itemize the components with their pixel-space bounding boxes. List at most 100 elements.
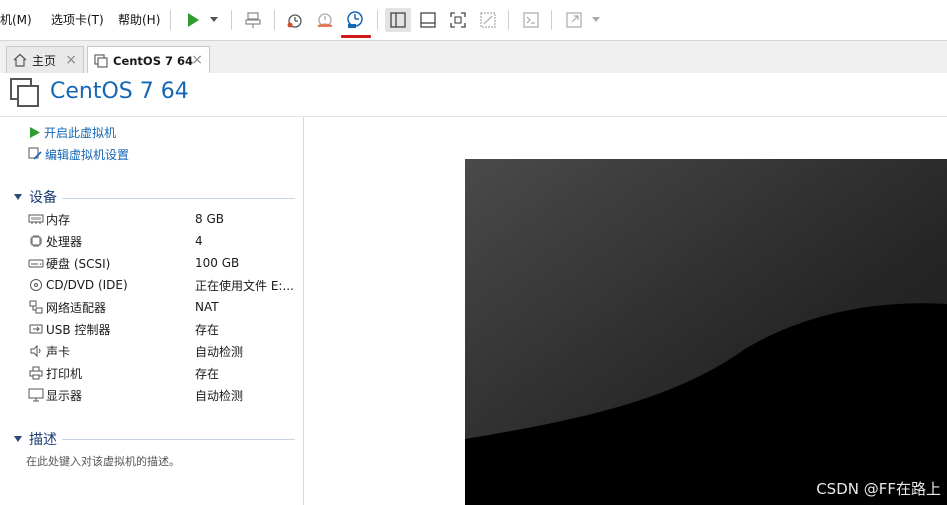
snapshot-manager-icon [347, 11, 363, 28]
collapse-icon [14, 436, 22, 442]
watermark: CSDN @FF在路上 [816, 480, 941, 498]
take-snapshot-button[interactable] [282, 8, 308, 32]
play-icon [188, 13, 199, 27]
device-value: 正在使用文件 E:... [195, 278, 294, 293]
toolbar-separator [274, 10, 275, 30]
device-name: 硬盘 (SCSI) [46, 256, 111, 271]
harddisk-icon [28, 255, 44, 271]
tab-home[interactable]: 主页 × [6, 46, 84, 73]
device-printer[interactable]: 打印机 存在 [28, 362, 296, 384]
tab-label: CentOS 7 64 [113, 53, 193, 68]
device-name: 网络适配器 [46, 300, 107, 315]
power-on-button[interactable] [180, 8, 206, 32]
menu-help[interactable]: 帮助(H) [118, 11, 160, 28]
devices-heading: 设备 [29, 190, 57, 206]
send-keys-button[interactable] [240, 8, 266, 32]
vm-details-panel: 开启此虚拟机 编辑虚拟机设置 设备 内存 8 GB 处理器 4 硬盘 (SCSI… [0, 117, 304, 505]
sound-icon [28, 343, 44, 359]
memory-icon [28, 211, 44, 227]
device-name: 内存 [46, 212, 71, 227]
edit-settings-label: 编辑虚拟机设置 [45, 147, 130, 162]
device-usb[interactable]: USB 控制器 存在 [28, 318, 296, 340]
toolbar-separator [508, 10, 509, 30]
device-memory[interactable]: 内存 8 GB [28, 208, 296, 230]
play-icon [30, 126, 40, 138]
device-cdrom[interactable]: CD/DVD (IDE) 正在使用文件 E:... [28, 274, 296, 296]
device-value: 自动检测 [195, 388, 244, 403]
device-name: USB 控制器 [46, 322, 111, 337]
device-harddisk[interactable]: 硬盘 (SCSI) 100 GB [28, 252, 296, 274]
stretch-dropdown-icon[interactable] [592, 17, 600, 22]
device-cpu[interactable]: 处理器 4 [28, 230, 296, 252]
highlight-underline [341, 35, 371, 38]
device-value: 8 GB [195, 212, 224, 226]
menu-vm[interactable]: 机(M) [0, 11, 32, 28]
fullscreen-icon [450, 12, 466, 28]
page-title: CentOS 7 64 [50, 79, 189, 104]
devices-section-toggle[interactable]: 设备 [14, 187, 57, 207]
fullscreen-button[interactable] [445, 8, 471, 32]
menu-toolbar: 机(M) 选项卡(T) 帮助(H) [0, 0, 947, 41]
vm-header: CentOS 7 64 [0, 73, 947, 117]
revert-snapshot-button[interactable] [312, 8, 338, 32]
device-value: 4 [195, 234, 203, 248]
revert-snapshot-icon [318, 13, 332, 27]
toolbar-separator [231, 10, 232, 30]
tab-strip: 主页 × CentOS 7 64 × [0, 41, 947, 74]
device-value: 存在 [195, 366, 220, 381]
cdrom-icon [28, 277, 44, 293]
cpu-icon [28, 233, 44, 249]
tab-centos[interactable]: CentOS 7 64 × [87, 46, 210, 74]
edit-settings-icon [28, 147, 42, 160]
vm-screen-graphic [465, 159, 947, 505]
close-icon[interactable]: × [191, 52, 203, 68]
tab-label: 主页 [32, 53, 57, 68]
console-button[interactable] [518, 8, 544, 32]
device-display[interactable]: 显示器 自动检测 [28, 384, 296, 406]
thumbnail-bar-button[interactable] [415, 8, 441, 32]
description-placeholder[interactable]: 在此处键入对该虚拟机的描述。 [26, 453, 180, 469]
toolbar-separator [377, 10, 378, 30]
thumbnail-bar-icon [420, 12, 436, 28]
show-library-icon [390, 12, 406, 28]
device-value: 自动检测 [195, 344, 244, 359]
device-value: NAT [195, 300, 219, 314]
device-network[interactable]: 网络适配器 NAT [28, 296, 296, 318]
section-divider [62, 198, 295, 199]
section-divider [62, 439, 295, 440]
power-on-label: 开启此虚拟机 [44, 125, 117, 140]
snapshot-manager-button[interactable] [342, 8, 368, 32]
device-name: 显示器 [46, 388, 83, 403]
console-icon [523, 12, 539, 28]
vm-preview-panel: CSDN @FF在路上 [304, 117, 947, 505]
close-icon[interactable]: × [65, 52, 77, 68]
menu-tabs[interactable]: 选项卡(T) [51, 11, 104, 28]
vm-icon [94, 53, 108, 68]
power-dropdown-icon[interactable] [210, 17, 218, 22]
vm-icon [10, 78, 39, 107]
show-library-button[interactable] [385, 8, 411, 32]
printer-icon [28, 365, 44, 381]
edit-settings-link[interactable]: 编辑虚拟机设置 [28, 145, 129, 163]
usb-icon [28, 321, 44, 337]
description-section-toggle[interactable]: 描述 [14, 429, 57, 449]
network-icon [28, 299, 44, 315]
unity-icon [480, 12, 496, 28]
unity-button[interactable] [475, 8, 501, 32]
snapshot-icon [287, 14, 302, 28]
device-sound[interactable]: 声卡 自动检测 [28, 340, 296, 362]
collapse-icon [14, 194, 22, 200]
stretch-icon [566, 12, 582, 28]
description-heading: 描述 [29, 432, 57, 448]
device-value: 存在 [195, 322, 220, 337]
toolbar-separator [170, 10, 171, 30]
vm-screen-thumbnail[interactable] [465, 159, 947, 505]
toolbar-separator [551, 10, 552, 30]
suspend-icon [245, 12, 261, 28]
device-name: 声卡 [46, 344, 71, 359]
device-name: 处理器 [46, 234, 83, 249]
display-icon [28, 387, 44, 403]
device-name: CD/DVD (IDE) [46, 278, 128, 292]
stretch-button[interactable] [561, 8, 587, 32]
power-on-link[interactable]: 开启此虚拟机 [28, 123, 116, 141]
